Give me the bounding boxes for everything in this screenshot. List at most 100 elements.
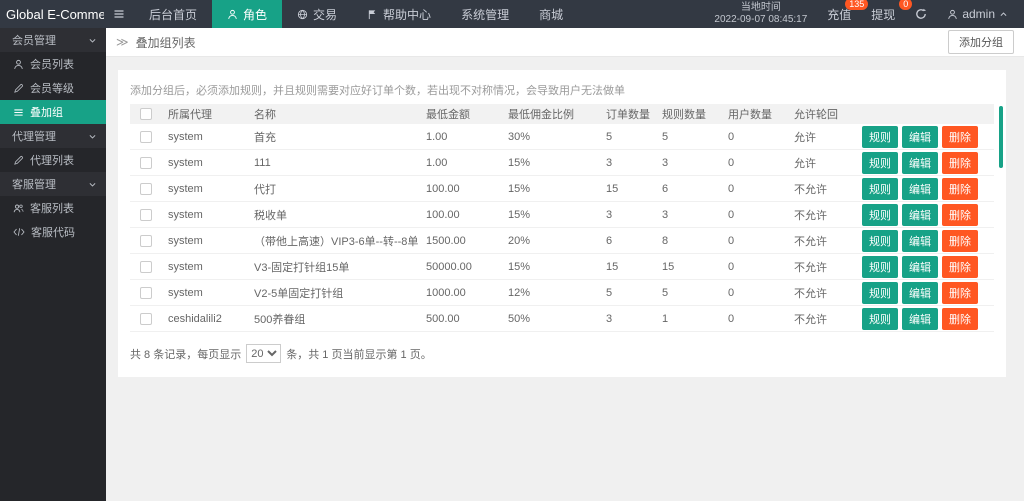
recharge-badge: 135 xyxy=(845,0,868,10)
user-menu[interactable]: admin xyxy=(947,7,1008,21)
row-actions: 规则编辑删除 xyxy=(862,230,994,252)
hamburger-icon[interactable] xyxy=(104,0,134,28)
pagination-prefix: 共 8 条记录，每页显示 xyxy=(130,346,241,362)
sidebar-item-label: 客服列表 xyxy=(30,200,74,216)
edit-button[interactable]: 编辑 xyxy=(902,230,938,252)
cell-rules: 5 xyxy=(660,131,726,143)
cell-min_commission: 15% xyxy=(506,157,604,169)
username: admin xyxy=(962,7,995,21)
sidebar-item[interactable]: 会员等级 xyxy=(0,76,106,100)
cell-loop: 不允许 xyxy=(792,285,862,301)
table-row: system首充1.0030%550允许规则编辑删除 xyxy=(130,124,994,150)
breadcrumb: 叠加组列表 xyxy=(136,34,196,51)
cell-orders: 3 xyxy=(604,209,660,221)
table-scrollbar[interactable] xyxy=(999,106,1003,168)
table-row: ceshidalili2500养眷组500.0050%310不允许规则编辑删除 xyxy=(130,306,994,332)
cell-agent: system xyxy=(166,157,252,169)
chevron-down-icon xyxy=(88,36,97,45)
pen-icon xyxy=(13,83,24,94)
cell-min_amount: 50000.00 xyxy=(424,261,506,273)
nav-item[interactable]: 后台首页 xyxy=(134,0,212,28)
flag-icon xyxy=(367,9,378,20)
local-time: 当地时间 2022-09-07 08:45:17 xyxy=(714,2,807,26)
edit-button[interactable]: 编辑 xyxy=(902,126,938,148)
row-checkbox[interactable] xyxy=(140,209,152,221)
rule-button[interactable]: 规则 xyxy=(862,204,898,226)
row-checkbox[interactable] xyxy=(140,131,152,143)
pagination: 共 8 条记录，每页显示 20 条，共 1 页当前显示第 1 页。 xyxy=(130,344,994,363)
edit-button[interactable]: 编辑 xyxy=(902,178,938,200)
page-size-select[interactable]: 20 xyxy=(246,344,281,363)
select-all-checkbox[interactable] xyxy=(140,108,152,120)
cell-orders: 5 xyxy=(604,131,660,143)
sidebar-group[interactable]: 代理管理 xyxy=(0,124,106,148)
local-time-value: 2022-09-07 08:45:17 xyxy=(714,14,807,26)
sidebar-item[interactable]: 会员列表 xyxy=(0,52,106,76)
nav-item-label: 商城 xyxy=(539,6,563,23)
delete-button[interactable]: 删除 xyxy=(942,308,978,330)
pagination-suffix: 条，共 1 页当前显示第 1 页。 xyxy=(286,346,431,362)
cell-loop: 不允许 xyxy=(792,311,862,327)
cell-name: V2-5单固定打针组 xyxy=(252,285,424,301)
rule-button[interactable]: 规则 xyxy=(862,282,898,304)
delete-button[interactable]: 删除 xyxy=(942,178,978,200)
cell-orders: 15 xyxy=(604,183,660,195)
delete-button[interactable]: 删除 xyxy=(942,204,978,226)
rule-button[interactable]: 规则 xyxy=(862,152,898,174)
nav-item[interactable]: 商城 xyxy=(524,0,578,28)
edit-button[interactable]: 编辑 xyxy=(902,308,938,330)
nav-item[interactable]: 交易 xyxy=(282,0,352,28)
delete-button[interactable]: 删除 xyxy=(942,126,978,148)
cell-min_commission: 50% xyxy=(506,313,604,325)
sidebar-group[interactable]: 会员管理 xyxy=(0,28,106,52)
row-checkbox[interactable] xyxy=(140,183,152,195)
rule-button[interactable]: 规则 xyxy=(862,230,898,252)
cell-name: 500养眷组 xyxy=(252,311,424,327)
row-checkbox[interactable] xyxy=(140,235,152,247)
nav-item[interactable]: 系统管理 xyxy=(446,0,524,28)
delete-button[interactable]: 删除 xyxy=(942,230,978,252)
rule-button[interactable]: 规则 xyxy=(862,256,898,278)
globe-icon xyxy=(297,9,308,20)
cell-rules: 8 xyxy=(660,235,726,247)
cell-loop: 不允许 xyxy=(792,207,862,223)
chevron-down-icon xyxy=(88,180,97,189)
row-checkbox[interactable] xyxy=(140,157,152,169)
table-row: system税收单100.0015%330不允许规则编辑删除 xyxy=(130,202,994,228)
edit-button[interactable]: 编辑 xyxy=(902,256,938,278)
cell-rules: 3 xyxy=(660,209,726,221)
edit-button[interactable]: 编辑 xyxy=(902,282,938,304)
cell-agent: system xyxy=(166,261,252,273)
refresh-icon[interactable] xyxy=(915,8,927,20)
row-checkbox[interactable] xyxy=(140,287,152,299)
edit-button[interactable]: 编辑 xyxy=(902,152,938,174)
sidebar-item[interactable]: 叠加组 xyxy=(0,100,106,124)
add-group-button[interactable]: 添加分组 xyxy=(948,30,1014,54)
sidebar-group[interactable]: 客服管理 xyxy=(0,172,106,196)
edit-button[interactable]: 编辑 xyxy=(902,204,938,226)
rule-button[interactable]: 规则 xyxy=(862,178,898,200)
delete-button[interactable]: 删除 xyxy=(942,152,978,174)
cell-rules: 5 xyxy=(660,287,726,299)
withdraw-link[interactable]: 提现 0 xyxy=(871,6,895,23)
delete-button[interactable]: 删除 xyxy=(942,282,978,304)
row-checkbox[interactable] xyxy=(140,261,152,273)
sidebar-item[interactable]: 客服列表 xyxy=(0,196,106,220)
cell-agent: system xyxy=(166,209,252,221)
topbar-right: 当地时间 2022-09-07 08:45:17 充值 135 提现 0 adm… xyxy=(714,2,1024,26)
cell-rules: 1 xyxy=(660,313,726,325)
nav-item[interactable]: 角色 xyxy=(212,0,282,28)
nav-item[interactable]: 帮助中心 xyxy=(352,0,446,28)
delete-button[interactable]: 删除 xyxy=(942,256,978,278)
row-checkbox[interactable] xyxy=(140,313,152,325)
table-row: system（带他上高速）VIP3-6单--转--8单1500.0020%680… xyxy=(130,228,994,254)
sidebar-item[interactable]: 代理列表 xyxy=(0,148,106,172)
sidebar-item[interactable]: 客服代码 xyxy=(0,220,106,244)
rule-button[interactable]: 规则 xyxy=(862,126,898,148)
pen-icon xyxy=(13,155,24,166)
column-header: 允许轮回 xyxy=(792,106,862,122)
recharge-link[interactable]: 充值 135 xyxy=(827,6,851,23)
main-area: ≫ 叠加组列表 添加分组 添加分组后，必须添加规则，并且规则需要对应好订单个数，… xyxy=(106,28,1024,501)
row-actions: 规则编辑删除 xyxy=(862,178,994,200)
rule-button[interactable]: 规则 xyxy=(862,308,898,330)
